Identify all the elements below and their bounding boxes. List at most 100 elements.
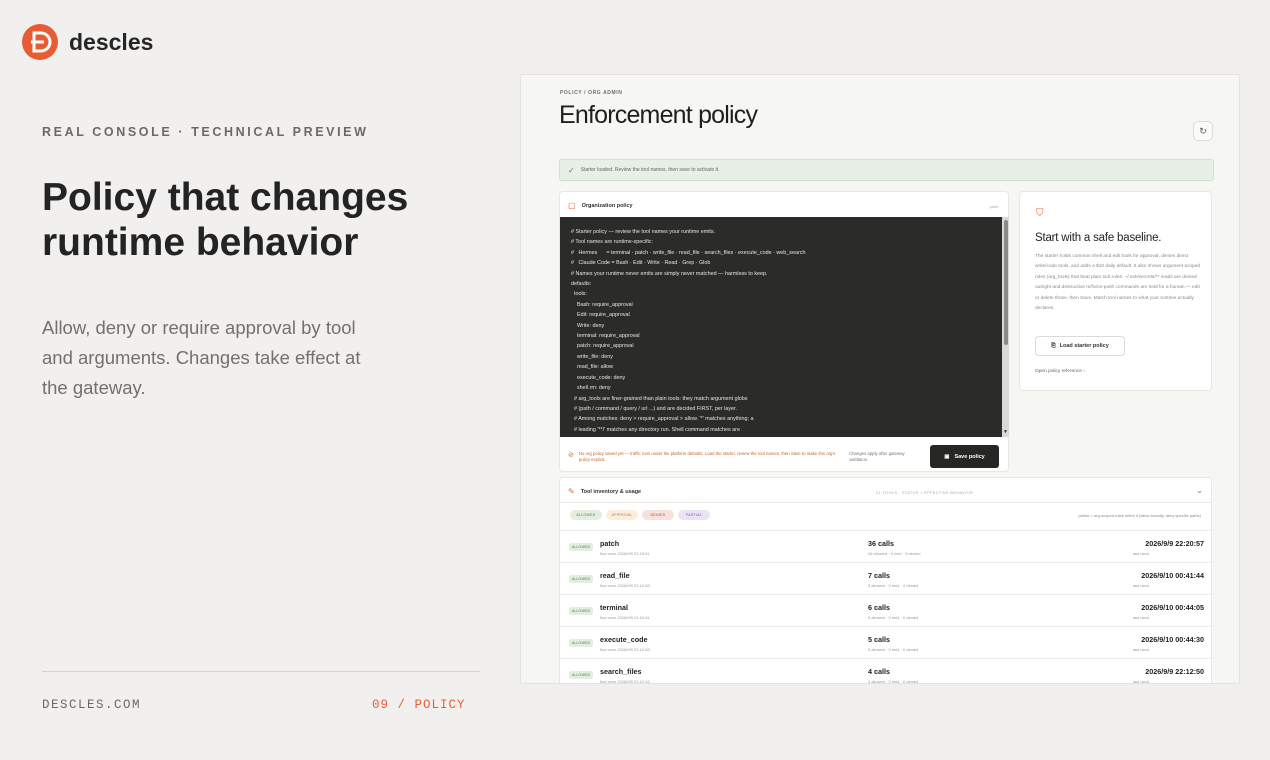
- tool-last-used-label: last used: [1133, 583, 1150, 588]
- code-line: patch: require_approval: [571, 343, 634, 350]
- refresh-button[interactable]: ↻: [1193, 121, 1213, 141]
- legend-allowed: ALLOWED: [570, 510, 602, 520]
- load-starter-policy-button[interactable]: ⎘ Load starter policy: [1035, 336, 1125, 356]
- code-line: terminal: require_approval: [571, 333, 640, 340]
- brand-logo[interactable]: descles: [22, 24, 153, 60]
- breadcrumb: POLICY / ORG ADMIN: [560, 90, 623, 96]
- policy-code-editor[interactable]: # Starter policy — review the tool names…: [560, 217, 1009, 437]
- format-tag: yaml: [989, 204, 998, 209]
- tool-call-breakdown: 5 allowed · 0 held · 0 denied: [868, 647, 919, 652]
- code-line: execute_code: deny: [571, 374, 626, 381]
- save-policy-button[interactable]: ▣ Save policy: [930, 445, 999, 468]
- descles-logo-icon: [22, 24, 58, 60]
- chevron-down-icon[interactable]: ⌄: [1196, 486, 1203, 495]
- editor-scrollbar[interactable]: ▼: [1002, 217, 1009, 437]
- code-line: # Names your runtime never emits are sim…: [571, 270, 768, 277]
- inventory-meta: 21 TOOLS · STATUS = EFFECTIVE BEHAVIOR: [876, 490, 974, 495]
- code-line: # leading '**/' matches any directory ru…: [571, 426, 740, 433]
- tool-last-used: 2026/9/10 00:44:30: [1141, 635, 1204, 644]
- code-line: Write: deny: [571, 322, 605, 329]
- load-icon: ⎘: [1051, 342, 1056, 349]
- save-button-label: Save policy: [954, 453, 985, 460]
- legend-note: partial = arg-scoped rules refine it (al…: [1078, 513, 1201, 518]
- tool-last-used: 2026/9/9 22:12:50: [1145, 667, 1204, 676]
- lead-text: Allow, deny or require approval by tool …: [42, 317, 361, 398]
- tool-row[interactable]: ALLOWED terminal first seen 2026/9/9 21:54…: [560, 594, 1212, 626]
- tool-first-seen: first seen 2026/9/9 22:12:08: [600, 583, 650, 588]
- warning-text: No org policy saved yet — traffic runs u…: [578, 451, 836, 462]
- footer-divider: [42, 671, 480, 672]
- code-line: defaults:: [571, 281, 592, 288]
- code-line: Edit: require_approval: [571, 312, 630, 319]
- status-badge: ALLOWED: [569, 671, 593, 679]
- policy-reference-label: Open policy reference: [1035, 369, 1082, 374]
- footer-site[interactable]: DESCLES.COM: [42, 698, 141, 712]
- tool-last-used-label: last used: [1133, 615, 1150, 620]
- tool-name: execute_code: [600, 635, 648, 644]
- policy-warning: ⊘ No org policy saved yet — traffic runs…: [568, 451, 838, 463]
- status-badge: ALLOWED: [569, 543, 593, 551]
- code-line: # Among matches: deny > require_approval…: [571, 416, 754, 423]
- tool-row[interactable]: ALLOWED execute_codefirst seen 2026/9/9 2…: [560, 626, 1212, 658]
- tool-name: terminal: [600, 603, 628, 612]
- status-badge: ALLOWED: [569, 607, 593, 615]
- code-line: read_file: allow: [571, 364, 613, 371]
- code-line: # (path / command / query / url ...) and…: [571, 405, 737, 412]
- tool-call-breakdown: 4 allowed · 0 held · 0 denied: [868, 679, 919, 684]
- refresh-icon: ↻: [1199, 125, 1207, 136]
- tool-call-breakdown: 36 allowed · 0 held · 0 denied: [868, 551, 921, 556]
- tool-last-used: 2026/9/9 22:20:57: [1145, 539, 1204, 548]
- tool-call-count: 4 calls: [868, 667, 890, 676]
- tool-last-used: 2026/9/10 00:41:44: [1141, 571, 1204, 580]
- brand-name: descles: [69, 28, 154, 55]
- code-lines: # Starter policy — review the tool names…: [571, 227, 805, 435]
- tool-name: read_file: [600, 571, 630, 580]
- org-policy-label: Organization policy: [581, 202, 633, 209]
- legend-partial: PARTIAL: [678, 510, 710, 520]
- tool-last-used: 2026/9/10 00:44:05: [1141, 603, 1204, 612]
- eyebrow: REAL CONSOLE · TECHNICAL PREVIEW: [42, 125, 369, 139]
- footer-page-number: 09 / POLICY: [372, 698, 466, 712]
- tool-last-used-label: last used: [1133, 551, 1150, 556]
- scroll-down-icon[interactable]: ▼: [1003, 429, 1008, 435]
- alert-message: Starter loaded. Review the tool names, t…: [580, 167, 720, 173]
- code-line: write_file: deny: [571, 353, 613, 360]
- console-screenshot: POLICY / ORG ADMIN Enforcement policy ↻ …: [520, 74, 1240, 684]
- policy-reference-link[interactable]: Open policy reference ›: [1035, 369, 1085, 374]
- tool-row[interactable]: ALLOWED read_filefirst seen 2026/9/9 22:1…: [560, 562, 1212, 594]
- wrench-icon: ✎: [568, 487, 575, 496]
- legend-denied: DENIED: [642, 510, 674, 520]
- tool-call-count: 36 calls: [868, 539, 894, 548]
- status-badge: ALLOWED: [569, 575, 593, 583]
- scrollbar-thumb[interactable]: [1004, 220, 1008, 345]
- tool-first-seen: first seen 2026/9/9 22:12:16: [600, 679, 650, 684]
- warning-icon: ⊘: [568, 452, 574, 459]
- headline: Policy that changes runtime behavior: [42, 176, 409, 264]
- code-line: # Tool names are runtime-specific:: [571, 239, 653, 246]
- chevron-right-icon: ›: [1083, 369, 1085, 374]
- code-line: # Hermes = terminal · patch · write_file…: [571, 249, 806, 256]
- status-alert: ✓ Starter loaded. Review the tool names,…: [559, 159, 1214, 181]
- legend-approval: APPROVAL: [606, 510, 638, 520]
- tool-inventory-card: ✎ Tool inventory & usage 21 TOOLS · STAT…: [559, 477, 1212, 684]
- tool-row[interactable]: ALLOWED patch first seen 2026/9/9 22:15:01…: [560, 530, 1212, 562]
- inventory-divider: [560, 502, 1212, 503]
- status-badge: ALLOWED: [569, 639, 593, 647]
- tool-first-seen: first seen 2026/9/9 22:12:08: [600, 647, 650, 652]
- tool-row[interactable]: ALLOWED search_files first seen 2026/9/9 2…: [560, 658, 1212, 684]
- tool-last-used-label: last used: [1133, 679, 1150, 684]
- tool-call-count: 7 calls: [868, 571, 890, 580]
- code-line: # Starter policy — review the tool names…: [571, 229, 716, 235]
- tool-first-seen: first seen 2026/9/9 21:54:34: [600, 615, 650, 620]
- apply-note: Changes apply after gateway validation.: [849, 451, 905, 462]
- load-button-label: Load starter policy: [1059, 343, 1109, 349]
- code-line: # arg_tools are finer-grained than plain…: [571, 395, 748, 402]
- tool-call-count: 6 calls: [868, 603, 890, 612]
- tool-last-used-label: last used: [1133, 647, 1150, 652]
- baseline-card: ⛉ Start with a safe baseline. The starte…: [1019, 191, 1212, 391]
- tool-call-count: 5 calls: [868, 635, 890, 644]
- inventory-label: Tool inventory & usage: [580, 488, 642, 495]
- code-line: Bash: require_approval: [571, 301, 633, 308]
- code-line: tools:: [571, 291, 587, 298]
- tool-call-breakdown: 6 allowed · 0 held · 0 denied: [868, 615, 919, 620]
